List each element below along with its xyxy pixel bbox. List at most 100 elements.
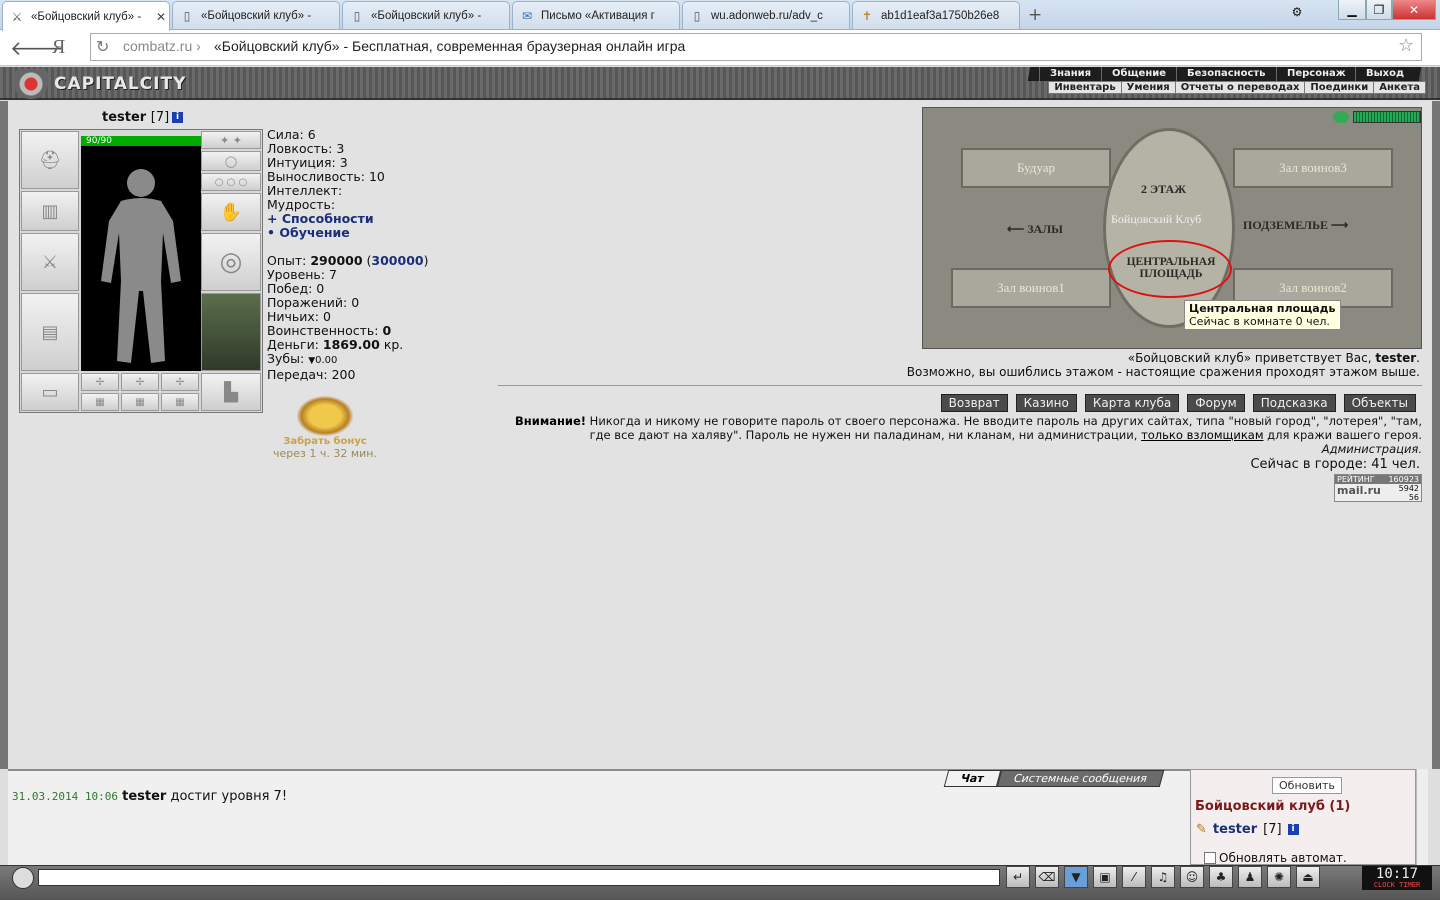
submenu-skills[interactable]: Умения <box>1122 82 1176 93</box>
tab-chat[interactable]: Чат <box>943 770 1001 787</box>
url-host: combatz.ru › <box>123 38 201 54</box>
menu-character[interactable]: Персонаж <box>1275 67 1355 81</box>
new-tab-button[interactable]: + <box>1028 5 1042 25</box>
private-message-icon[interactable]: ✎ <box>1196 822 1207 837</box>
browser-tab-5[interactable]: ▯ wu.adonweb.ru/adv_c <box>682 1 850 29</box>
refresh-button[interactable]: Обновить <box>1272 777 1342 794</box>
yandex-logo-icon[interactable]: Я <box>52 36 65 59</box>
menu-knowledge[interactable]: Знания <box>1038 67 1101 81</box>
translit-icon[interactable]: ⁄ <box>1122 866 1146 888</box>
smiley-icon[interactable]: ☺ <box>1180 866 1204 888</box>
send-icon[interactable]: ↵ <box>1006 866 1030 888</box>
club-map-button[interactable]: Карта клуба <box>1084 394 1180 412</box>
save-icon[interactable]: ▣ <box>1093 866 1117 888</box>
info-icon[interactable]: i <box>1287 824 1299 835</box>
sound-icon[interactable]: ♫ <box>1151 866 1175 888</box>
helmet-slot[interactable]: ⛑ <box>21 131 79 189</box>
character-name[interactable]: tester [7] <box>102 110 169 125</box>
window-close-button[interactable]: ✕ <box>1392 0 1436 20</box>
submenu-inventory[interactable]: Инвентарь <box>1049 82 1122 93</box>
pants-slot[interactable] <box>201 293 261 371</box>
game-logo[interactable]: CAPITALCITY <box>14 68 186 100</box>
tab-system-messages[interactable]: Системные сообщения <box>996 770 1164 787</box>
sack-icon[interactable]: ♣ <box>1209 866 1233 888</box>
group-icon[interactable]: ♟ <box>1238 866 1262 888</box>
weapon-slot[interactable]: ⚔ <box>21 233 79 291</box>
rune-slot-2[interactable]: ✢ <box>121 373 159 391</box>
action-buttons: Возврат Казино Карта клуба Форум Подсказ… <box>940 394 1416 412</box>
stat-agility: Ловкость: 3 <box>267 141 345 156</box>
character-stats: Сила: 6 Ловкость: 3 Интуиция: 3 Вынослив… <box>267 128 428 382</box>
submenu-transfer-reports[interactable]: Отчеты о переводах <box>1176 82 1306 93</box>
chat-input[interactable] <box>38 869 1000 886</box>
menu-communication[interactable]: Общение <box>1100 67 1176 81</box>
amulet-slot[interactable]: ◯ <box>201 151 261 171</box>
abilities-link[interactable]: + Способности <box>267 211 374 226</box>
pocket-slot-3[interactable]: ▦ <box>161 393 199 411</box>
belt-slot[interactable]: ▭ <box>21 373 79 411</box>
training-link[interactable]: • Обучение <box>267 225 350 240</box>
shield-slot[interactable]: ◎ <box>201 233 261 291</box>
browser-tab-1[interactable]: ⚔ «Бойцовский клуб» - ✕ <box>2 1 170 31</box>
browser-tab-6[interactable]: ✝ ab1d1eaf3a1750b26e8 <box>852 1 1020 29</box>
divider <box>498 385 1422 386</box>
rune-slot-3[interactable]: ✢ <box>161 373 199 391</box>
character-silhouette <box>81 146 201 371</box>
browser-tab-3[interactable]: ▯ «Бойцовский клуб» - <box>342 1 510 29</box>
dungeon-link[interactable]: ПОДЗЕМЕЛЬЕ ⟶ <box>1243 218 1348 233</box>
return-button[interactable]: Возврат <box>940 394 1008 412</box>
filter-icon[interactable]: ▼ <box>1064 866 1088 888</box>
online-user[interactable]: ✎ tester [7] i <box>1196 822 1299 837</box>
bracers-slot[interactable]: ▥ <box>21 191 79 231</box>
mailru-counter[interactable]: РЕЙТИНГ 160923 mail.ru 5942 56 <box>1334 474 1422 502</box>
auto-refresh[interactable]: Обновлять автомат. <box>1204 851 1347 865</box>
earrings-slot[interactable]: ✦ ✦ <box>201 131 261 149</box>
casino-button[interactable]: Казино <box>1015 394 1077 412</box>
room-warriors-hall-1[interactable]: Зал воинов1 <box>951 268 1111 308</box>
rings-slot[interactable]: ○ ○ ○ <box>201 173 261 191</box>
halls-link[interactable]: ⟵ ЗАЛЫ <box>1007 222 1063 237</box>
menu-exit[interactable]: Выход <box>1354 67 1414 81</box>
eraser-icon[interactable]: ⌫ <box>1035 866 1059 888</box>
info-icon[interactable]: i <box>172 112 183 123</box>
minimize-button[interactable]: ▁ <box>1338 0 1366 20</box>
rune-slot-1[interactable]: ✢ <box>81 373 119 391</box>
online-count: Сейчас в городе: 41 чел. <box>1250 457 1420 472</box>
crest-icon <box>14 69 48 99</box>
hackers-link[interactable]: только взломщикам <box>1141 428 1263 442</box>
submenu-duels[interactable]: Поединки <box>1305 82 1375 93</box>
armor-slot[interactable]: ▤ <box>21 293 79 371</box>
floor-2-link[interactable]: 2 ЭТАЖ <box>1141 182 1186 197</box>
settings-icon[interactable]: ✺ <box>1267 866 1291 888</box>
pocket-slot-2[interactable]: ▦ <box>121 393 159 411</box>
scrollbar[interactable] <box>1416 769 1428 865</box>
boots-slot[interactable]: ▙ <box>201 373 261 411</box>
browser-tab-2[interactable]: ▯ «Бойцовский клуб» - <box>172 1 340 29</box>
fight-club-link[interactable]: Бойцовский Клуб <box>1111 212 1201 227</box>
room-boudoir[interactable]: Будуар <box>961 148 1111 188</box>
main-menu: Знания Общение Безопасность Персонаж Вых… <box>1027 67 1422 81</box>
browser-tab-4[interactable]: ✉ Письмо «Активация г <box>512 1 680 29</box>
maximize-button[interactable]: ❐ <box>1366 0 1392 20</box>
objects-button[interactable]: Объекты <box>1343 394 1416 412</box>
forum-button[interactable]: Форум <box>1187 394 1245 412</box>
checkbox[interactable] <box>1204 852 1216 864</box>
stat-strength: Сила: 6 <box>267 127 316 142</box>
menu-security[interactable]: Безопасность <box>1175 67 1276 81</box>
room-warriors-hall-3[interactable]: Зал воинов3 <box>1233 148 1393 188</box>
submenu-profile[interactable]: Анкета <box>1374 82 1425 93</box>
exp-next-link[interactable]: 300000 <box>371 253 423 268</box>
reload-icon[interactable]: ↻ <box>96 37 109 56</box>
bookmark-star-icon[interactable]: ☆ <box>1398 35 1414 56</box>
gloves-slot[interactable]: ✋ <box>201 193 261 231</box>
bonus-chest[interactable]: Забрать бонус через 1 ч. 32 мин. <box>270 396 380 460</box>
chat-mode-icon[interactable] <box>12 867 34 889</box>
close-icon[interactable]: ✕ <box>153 10 169 24</box>
radar-icon[interactable] <box>1333 111 1349 123</box>
cross-icon: ✝ <box>861 8 873 23</box>
hint-button[interactable]: Подсказка <box>1252 394 1336 412</box>
exit-icon[interactable]: ⏏ <box>1296 866 1320 888</box>
pocket-slot-1[interactable]: ▦ <box>81 393 119 411</box>
chat-tabs: Чат Системные сообщения <box>943 770 1164 787</box>
settings-gear-icon[interactable]: ⚙ <box>1282 2 1312 22</box>
